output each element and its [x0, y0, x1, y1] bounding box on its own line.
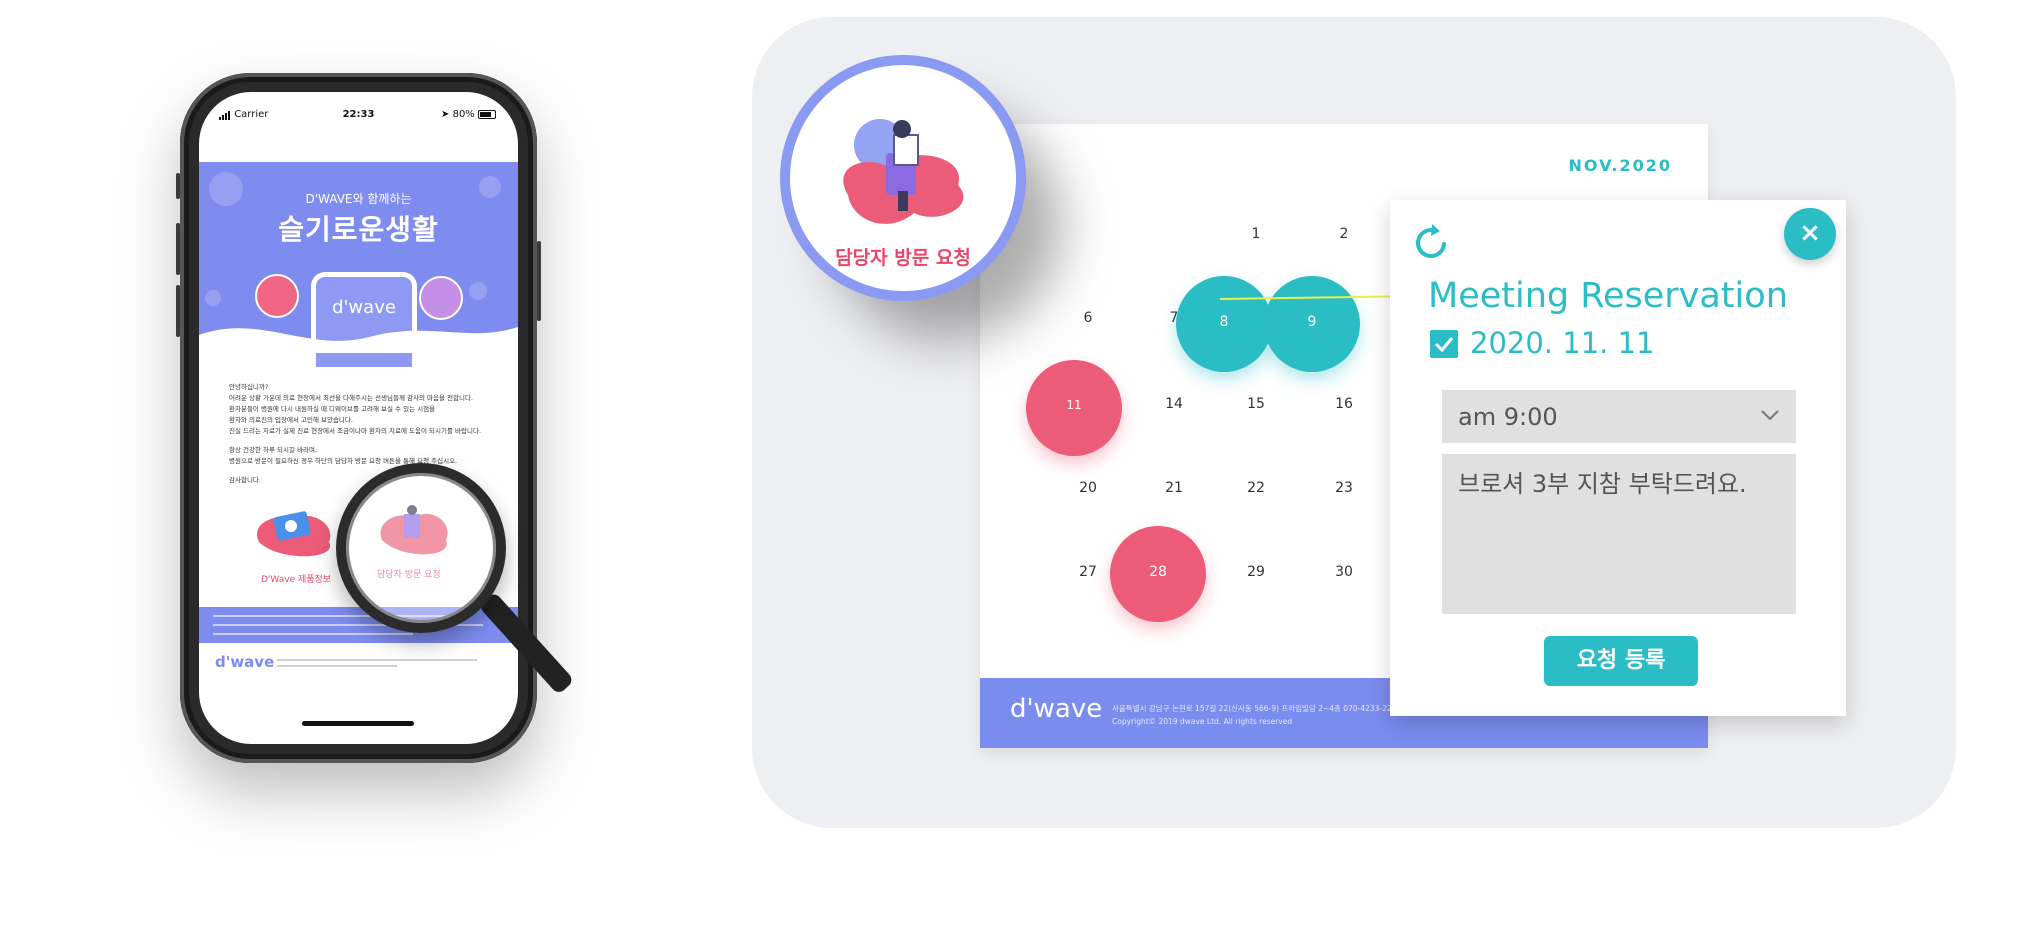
- calendar-day[interactable]: 21: [1154, 480, 1194, 496]
- memo-textarea[interactable]: 브로셔 3부 지참 부탁드려요.: [1442, 454, 1796, 614]
- calendar-day[interactable]: 2: [1324, 226, 1364, 242]
- power-button: [537, 241, 541, 321]
- calendar-day-label: 9: [1307, 314, 1317, 330]
- hero-wave: [199, 327, 518, 353]
- date-checkbox[interactable]: [1430, 330, 1458, 358]
- footer-copyright: Copyright© 2019 dwave Ltd. All rights re…: [1112, 717, 1293, 726]
- hero-title: 슬기로운생활: [278, 213, 439, 246]
- decorative-heart: [205, 290, 221, 306]
- battery-indicator: ➤ 80%: [441, 109, 496, 120]
- memo-text: 브로셔 3부 지참 부탁드려요.: [1458, 470, 1747, 498]
- visit-request-badge[interactable]: 담당자 방문 요청: [780, 55, 1026, 301]
- decorative-heart: [469, 282, 487, 300]
- footer-info: 서울특별시 강남구 논현로 157길 22(신사동 566-9) 프라임빌딩 2…: [1112, 702, 1424, 728]
- calendar-day[interactable]: 6: [1068, 310, 1108, 326]
- time-select-value: am 9:00: [1458, 403, 1558, 431]
- chevron-down-icon: [1761, 410, 1779, 421]
- home-indicator: [302, 721, 414, 726]
- meeting-reservation-card: × Meeting Reservation 2020. 11. 11 am 9:…: [1390, 200, 1846, 716]
- refresh-icon[interactable]: [1410, 220, 1454, 264]
- close-icon[interactable]: ×: [1784, 208, 1836, 260]
- calendar-day[interactable]: 27: [1068, 564, 1108, 580]
- visit-request-illustration: [843, 119, 964, 224]
- submit-request-button[interactable]: 요청 등록: [1544, 636, 1698, 686]
- calendar-day[interactable]: 30: [1324, 564, 1364, 580]
- newsletter-hero: D'WAVE와 함께하는 슬기로운생활 d'wave: [199, 162, 518, 367]
- calendar-day[interactable]: 22: [1236, 480, 1276, 496]
- calendar-day[interactable]: 20: [1068, 480, 1108, 496]
- product-info-illustration[interactable]: [249, 502, 339, 562]
- calendar-day-booked[interactable]: 8: [1176, 276, 1272, 372]
- hero-subtitle: D'WAVE와 함께하는: [305, 192, 412, 206]
- magnifier-icon: [336, 463, 506, 633]
- calendar-day[interactable]: 16: [1324, 396, 1364, 412]
- time-select[interactable]: am 9:00: [1442, 390, 1796, 443]
- calendar-day-label: 8: [1219, 314, 1229, 330]
- footer-info-line: [277, 665, 397, 667]
- calendar-day[interactable]: 29: [1236, 564, 1276, 580]
- calendar-day-selected[interactable]: 28: [1110, 526, 1206, 622]
- reservation-title: Meeting Reservation: [1428, 276, 1788, 316]
- status-bar: Carrier 22:33 ➤ 80%: [199, 92, 518, 128]
- reservation-date: 2020. 11. 11: [1470, 326, 1655, 360]
- letter-paragraph: 안녕하십니까? 어려운 상황 가운데 의료 현장에서 최선을 다해주시는 선생님…: [229, 383, 482, 435]
- phone-screen: Carrier 22:33 ➤ 80% D'WAVE와 함께하는 슬기로운생활 …: [199, 92, 518, 744]
- notice-line: [213, 633, 413, 635]
- calendar-day[interactable]: 15: [1236, 396, 1276, 412]
- calendar-day-selected[interactable]: 11: [1026, 360, 1122, 456]
- doctor-avatar-left: [255, 274, 299, 318]
- footer-address: 서울특별시 강남구 논현로 157길 22(신사동 566-9) 프라임빌딩 2…: [1112, 704, 1425, 713]
- footer-logo: d'wave: [1010, 694, 1103, 724]
- volume-down-button: [176, 285, 180, 337]
- calendar-day[interactable]: 14: [1154, 396, 1194, 412]
- footer-logo: d'wave: [215, 653, 275, 671]
- battery-icon: [478, 109, 496, 119]
- check-icon: [1434, 337, 1454, 353]
- battery-percent: 80%: [452, 109, 475, 120]
- volume-up-button: [176, 223, 180, 275]
- newsletter-footer: d'wave: [199, 647, 518, 687]
- letter-paragraph: 항상 건강한 하루 되시길 바라며, 병원으로 방문이 필요하신 경우 하단의 …: [229, 446, 458, 465]
- calendar-day[interactable]: 23: [1324, 480, 1364, 496]
- mute-switch: [176, 173, 180, 199]
- visit-request-label: 담당자 방문 요청: [835, 247, 971, 269]
- footer-info-line: [277, 659, 477, 661]
- calendar-month: NOV.2020: [1568, 156, 1672, 175]
- calendar-day-booked[interactable]: 9: [1264, 276, 1360, 372]
- location-icon: ➤: [441, 109, 450, 120]
- calendar-day-label: 28: [1149, 564, 1167, 580]
- calendar-day[interactable]: 1: [1236, 226, 1276, 242]
- product-info-link[interactable]: D'Wave 제품정보: [261, 572, 331, 585]
- calendar-day-label: 11: [1066, 398, 1082, 412]
